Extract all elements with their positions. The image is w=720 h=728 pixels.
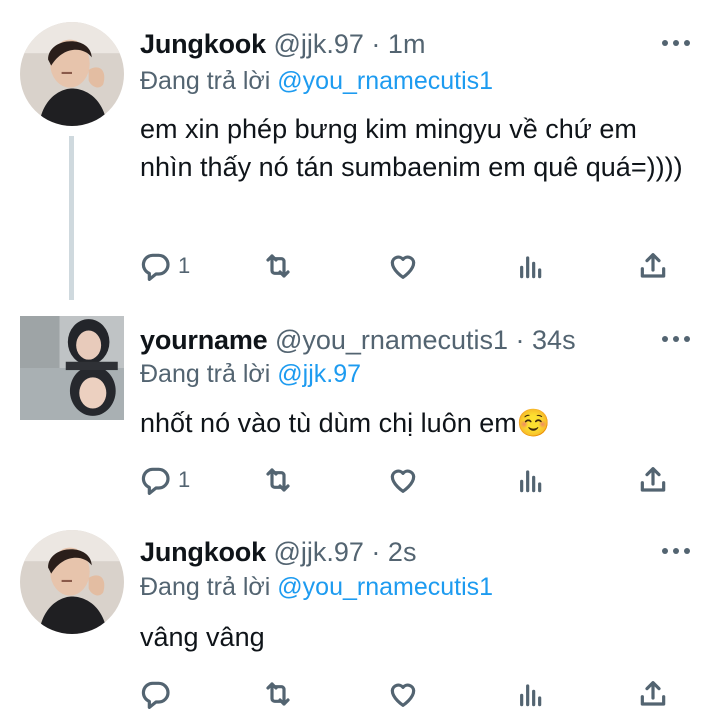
stats-icon [515, 678, 547, 710]
thread-line [69, 136, 74, 300]
username[interactable]: @jjk.97 [273, 29, 363, 59]
like-icon [387, 464, 419, 496]
replying-to: Đang trả lời @you_rnamecutis1 [140, 65, 493, 97]
more-icon[interactable] [660, 333, 692, 345]
replying-to-label: Đang trả lời [140, 360, 271, 388]
replying-to: Đang trả lời @jjk.97 [140, 358, 361, 390]
reply-button[interactable]: 1 [140, 460, 190, 500]
like-icon [387, 250, 419, 282]
tweet-text: em xin phép bưng kim mingyu về chứ em nh… [140, 114, 683, 182]
tweet-header: yourname @you_rnamecutis1 · 34s [140, 323, 640, 357]
tweet-header: Jungkook @jjk.97 · 2s [140, 535, 640, 569]
replying-to-mention[interactable]: @jjk.97 [277, 360, 361, 388]
reply-count: 1 [178, 253, 191, 278]
tweet-header: Jungkook @jjk.97 · 1m [140, 27, 640, 61]
share-icon [637, 250, 669, 282]
retweet-button[interactable] [262, 674, 294, 714]
reply-button[interactable]: 1 [140, 246, 190, 286]
retweet-button[interactable] [262, 246, 294, 286]
avatar-image [20, 530, 124, 634]
timestamp[interactable]: 34s [532, 325, 576, 355]
tweet-3[interactable]: Jungkook @jjk.97 · 2s Đang trả lời @you_… [0, 514, 720, 728]
tweet-text: nhốt nó vào tù dùm chị luôn em☺️ [140, 408, 551, 438]
action-bar: 1 [140, 246, 680, 286]
stats-button[interactable] [515, 246, 547, 286]
tweet-2[interactable]: yourname @you_rnamecutis1 · 34s Đang trả… [0, 300, 720, 514]
retweet-icon [262, 464, 294, 496]
tweet-1[interactable]: Jungkook @jjk.97 · 1m Đang trả lời @you_… [0, 0, 720, 300]
reply-button[interactable] [140, 674, 178, 714]
share-button[interactable] [637, 460, 669, 500]
username[interactable]: @jjk.97 [273, 537, 363, 567]
retweet-button[interactable] [262, 460, 294, 500]
replying-to-label: Đang trả lời [140, 67, 271, 95]
display-name[interactable]: yourname [140, 325, 268, 355]
stats-button[interactable] [515, 674, 547, 714]
replying-to: Đang trả lời @you_rnamecutis1 [140, 571, 493, 603]
reply-icon [140, 250, 172, 282]
reply-count: 1 [178, 467, 191, 492]
like-icon [387, 678, 419, 710]
more-icon[interactable] [660, 545, 692, 557]
stats-icon [515, 464, 547, 496]
share-button[interactable] [637, 674, 669, 714]
display-name[interactable]: Jungkook [140, 537, 266, 567]
replying-to-mention[interactable]: @you_rnamecutis1 [277, 67, 493, 95]
reply-icon [140, 464, 172, 496]
stats-icon [515, 250, 547, 282]
reply-icon [140, 678, 172, 710]
separator-dot: · [371, 29, 381, 59]
action-bar [140, 674, 680, 714]
avatar-jungkook[interactable] [20, 530, 124, 634]
share-icon [637, 678, 669, 710]
display-name[interactable]: Jungkook [140, 29, 266, 59]
avatar-image [20, 316, 124, 420]
tweet-text: vâng vâng [140, 622, 265, 652]
more-icon[interactable] [660, 37, 692, 49]
avatar-jungkook[interactable] [20, 22, 124, 126]
separator-dot: · [515, 325, 525, 355]
like-button[interactable] [387, 460, 419, 500]
stats-button[interactable] [515, 460, 547, 500]
share-icon [637, 464, 669, 496]
replying-to-label: Đang trả lời [140, 573, 271, 601]
like-button[interactable] [387, 674, 419, 714]
share-button[interactable] [637, 246, 669, 286]
avatar-yourname[interactable] [20, 316, 124, 420]
like-button[interactable] [387, 246, 419, 286]
timestamp[interactable]: 2s [388, 537, 417, 567]
separator-dot: · [371, 537, 381, 567]
replying-to-mention[interactable]: @you_rnamecutis1 [277, 573, 493, 601]
action-bar: 1 [140, 460, 680, 500]
timestamp[interactable]: 1m [388, 29, 426, 59]
username[interactable]: @you_rnamecutis1 [275, 325, 508, 355]
retweet-icon [262, 250, 294, 282]
retweet-icon [262, 678, 294, 710]
avatar-image [20, 22, 124, 126]
